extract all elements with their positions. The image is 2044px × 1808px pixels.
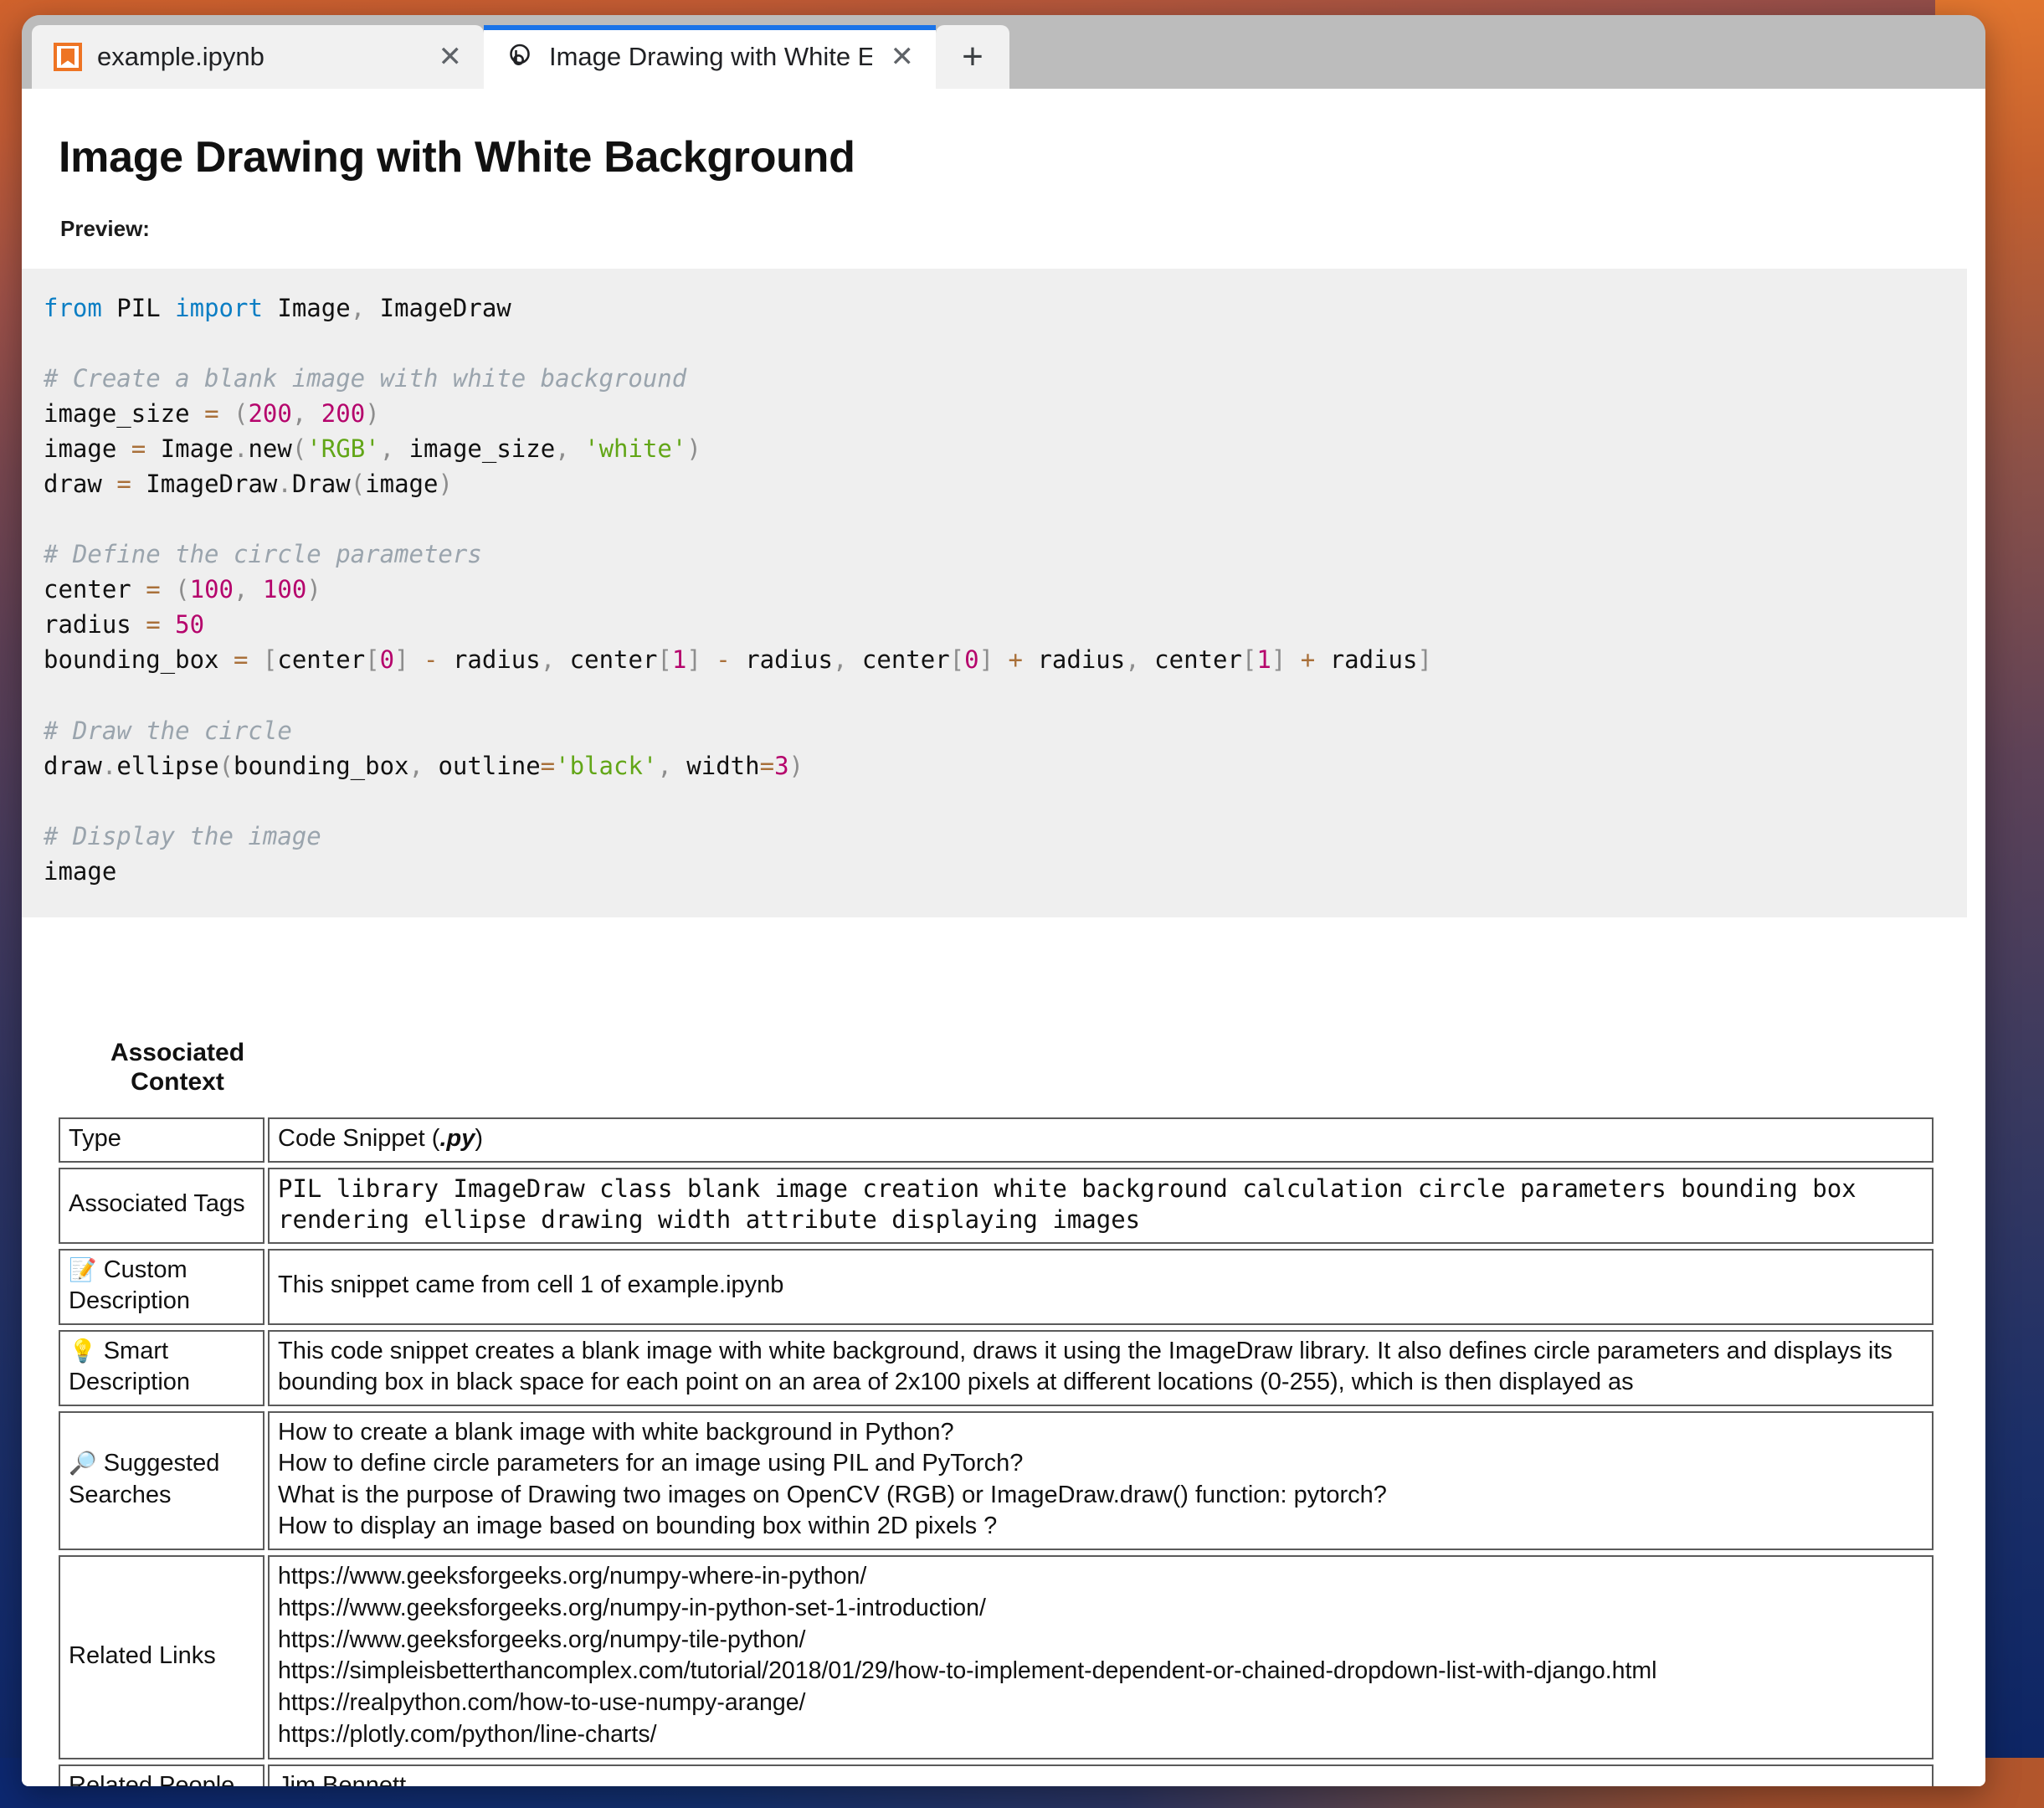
table-row: 🔎 Suggested Searches How to create a bla… xyxy=(59,1411,1934,1550)
browser-window: example.ipynb ✕ Image Drawing with White… xyxy=(22,15,1985,1786)
associated-context-heading: Associated Context xyxy=(77,1038,278,1097)
row-label-associated-tags: Associated Tags xyxy=(59,1167,264,1244)
row-label-related-people: Related People xyxy=(59,1764,264,1786)
tab-title: Image Drawing with White E xyxy=(549,42,872,71)
row-label-custom-description: 📝 Custom Description xyxy=(59,1248,264,1326)
list-item: https://www.geeksforgeeks.org/numpy-in-p… xyxy=(278,1594,986,1621)
lightbulb-icon: 💡 xyxy=(69,1338,97,1365)
list-item: https://plotly.com/python/line-charts/ xyxy=(278,1721,657,1749)
page-viewport: Image Drawing with White Background Prev… xyxy=(22,89,1985,1786)
tab-title: example.ipynb xyxy=(97,42,264,71)
tab-close-icon[interactable]: ✕ xyxy=(886,43,920,71)
code-block: from PIL import Image, ImageDraw # Creat… xyxy=(22,269,1967,917)
row-value-associated-tags: PIL library ImageDraw class blank image … xyxy=(268,1167,1934,1244)
table-row: Related Links https://www.geeksforgeeks.… xyxy=(59,1554,1934,1760)
list-item: What is the purpose of Drawing two image… xyxy=(278,1481,1387,1508)
tab-image-drawing[interactable]: Image Drawing with White E ✕ xyxy=(484,25,936,89)
list-item: How to create a blank image with white b… xyxy=(278,1419,954,1446)
type-value-extension: .py xyxy=(439,1124,475,1152)
row-label-suggested-searches: 🔎 Suggested Searches xyxy=(59,1411,264,1550)
associated-context-table: Type Code Snippet (.py) Associated Tags … xyxy=(55,1112,1937,1786)
table-row: 📝 Custom Description This snippet came f… xyxy=(59,1248,1934,1326)
jupyter-logo-icon xyxy=(504,41,536,73)
list-item: https://www.geeksforgeeks.org/numpy-wher… xyxy=(278,1562,867,1590)
list-item: https://www.geeksforgeeks.org/numpy-tile… xyxy=(278,1626,806,1653)
row-value-smart-description: This code snippet creates a blank image … xyxy=(268,1330,1934,1407)
row-label-smart-description: 💡 Smart Description xyxy=(59,1330,264,1407)
magnifying-glass-icon: 🔎 xyxy=(69,1451,97,1477)
jupyter-notebook-icon xyxy=(52,41,84,73)
tab-close-icon[interactable]: ✕ xyxy=(434,43,468,71)
code-output-area xyxy=(22,917,1967,1001)
tab-example-ipynb[interactable]: example.ipynb ✕ xyxy=(32,25,484,89)
list-item: https://realpython.com/how-to-use-numpy-… xyxy=(278,1689,806,1717)
page-content: Image Drawing with White Background Prev… xyxy=(22,89,1967,1786)
new-tab-button[interactable]: + xyxy=(936,25,1009,89)
list-item: https://simpleisbetterthancomplex.com/tu… xyxy=(278,1657,1657,1685)
row-value-suggested-searches: How to create a blank image with white b… xyxy=(268,1411,1934,1550)
type-value-suffix: ) xyxy=(475,1124,484,1152)
row-label-type: Type xyxy=(59,1117,264,1163)
row-value-related-people: Jim Bennett xyxy=(268,1764,1934,1786)
list-item: How to define circle parameters for an i… xyxy=(278,1450,1024,1477)
vertical-scrollbar[interactable] xyxy=(1967,89,1985,1786)
browser-tab-strip: example.ipynb ✕ Image Drawing with White… xyxy=(22,15,1985,89)
page-title: Image Drawing with White Background xyxy=(59,133,855,182)
document-body: Image Drawing with White Background Prev… xyxy=(22,89,1967,1786)
row-value-related-links: https://www.geeksforgeeks.org/numpy-wher… xyxy=(268,1554,1934,1760)
row-label-related-links: Related Links xyxy=(59,1554,264,1760)
table-row: Type Code Snippet (.py) xyxy=(59,1117,1934,1163)
type-value-prefix: Code Snippet ( xyxy=(278,1124,440,1152)
preview-label: Preview: xyxy=(60,216,150,241)
row-value-custom-description: This snippet came from cell 1 of example… xyxy=(268,1248,1934,1326)
table-row: 💡 Smart Description This code snippet cr… xyxy=(59,1330,1934,1407)
list-item: How to display an image based on boundin… xyxy=(278,1512,998,1539)
row-value-type: Code Snippet (.py) xyxy=(268,1117,1934,1163)
table-row: Associated Tags PIL library ImageDraw cl… xyxy=(59,1167,1934,1244)
table-row: Related People Jim Bennett xyxy=(59,1764,1934,1786)
associated-context-heading-line1: Associated xyxy=(110,1038,245,1066)
associated-context-heading-line2: Context xyxy=(131,1068,224,1097)
memo-icon: 📝 xyxy=(69,1256,97,1283)
